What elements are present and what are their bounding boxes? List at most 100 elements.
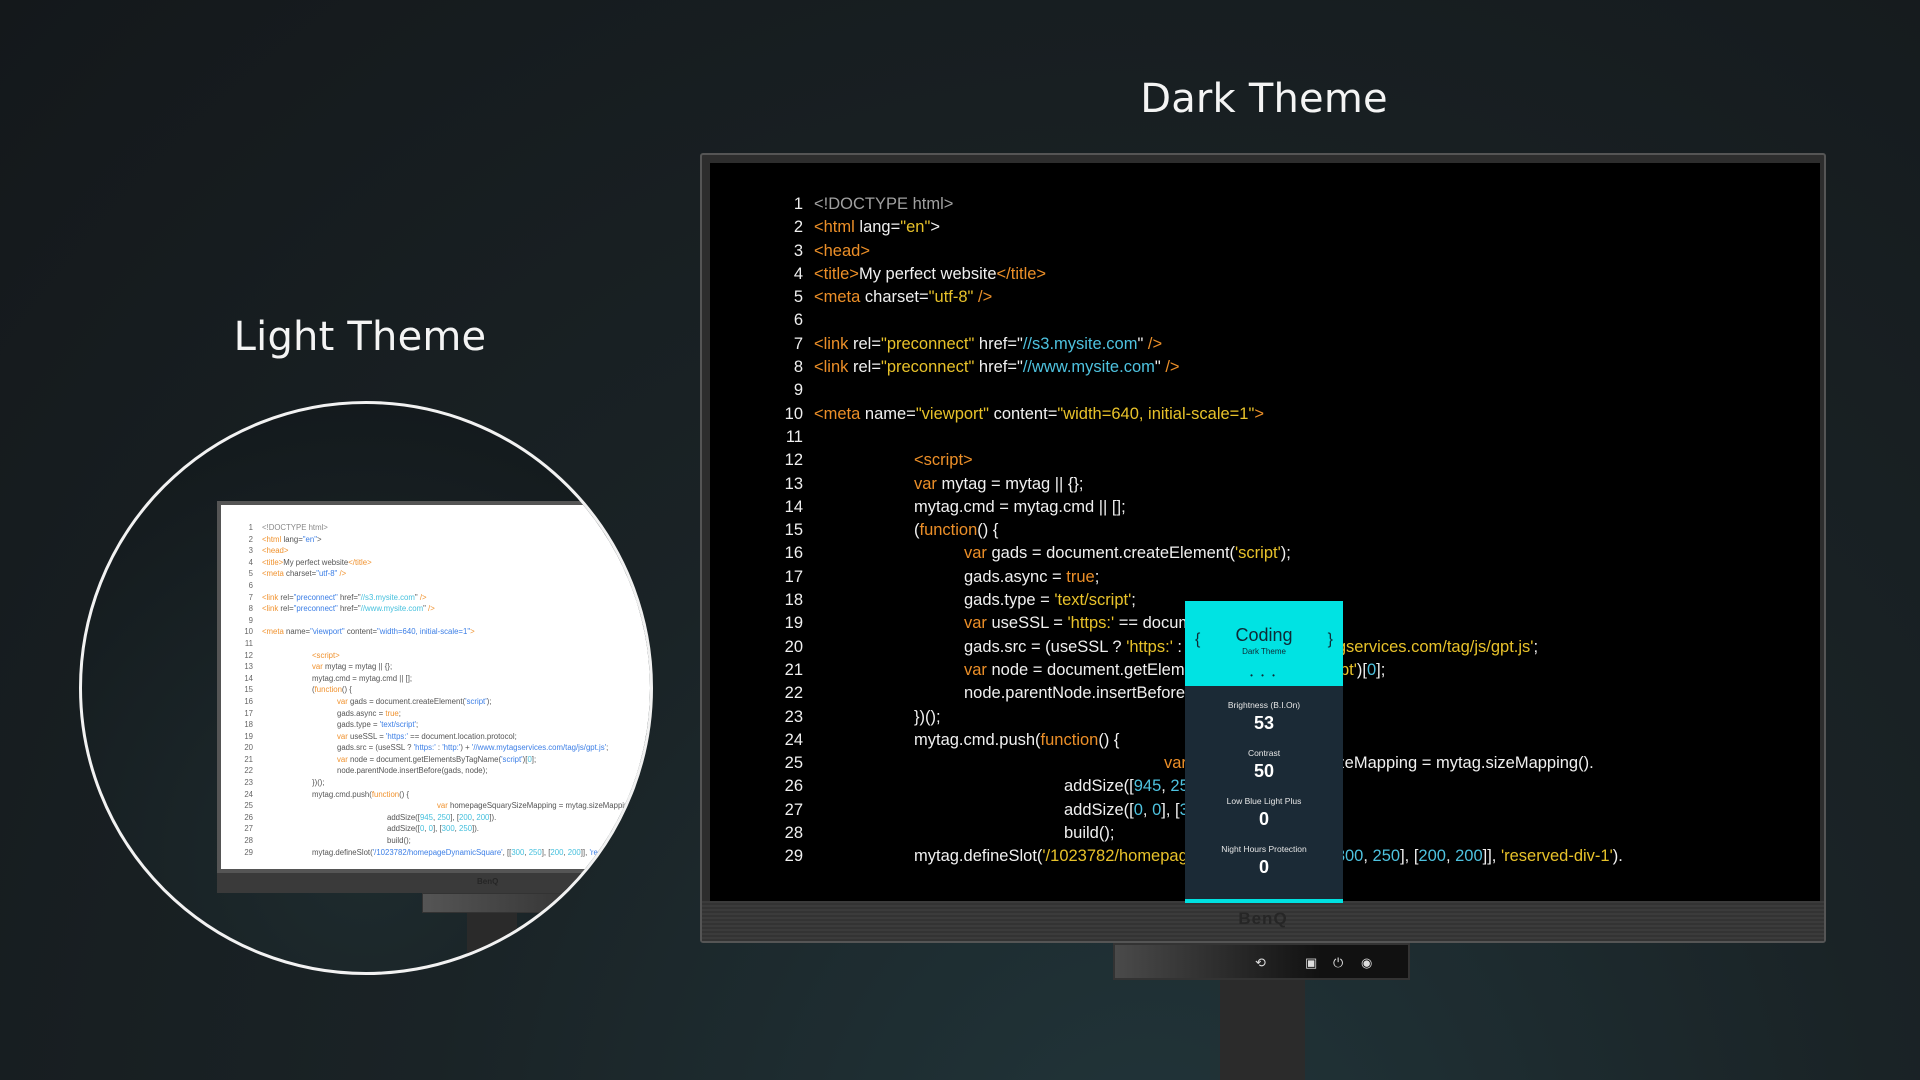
code-token: node.parentNode.insertBefore(gads, node)…: [262, 766, 488, 776]
display-icon[interactable]: ▣: [1305, 955, 1317, 971]
code-token: ;: [1533, 637, 1539, 656]
stand-control-panel-light: [422, 893, 650, 913]
osd-mode-header[interactable]: { Coding Dark Theme } • • •: [1185, 601, 1343, 686]
code-token: />: [417, 592, 427, 602]
line-number: 25: [784, 754, 803, 773]
link-icon[interactable]: ⟲: [1255, 955, 1266, 971]
line-text: (function() {: [814, 519, 998, 542]
code-token: My perfect website: [858, 264, 997, 283]
line-text: node.parentNode.insertBefore(gads, node)…: [262, 765, 487, 777]
line-number: 6: [793, 311, 803, 330]
code-token: href=": [974, 358, 1023, 377]
line-number: 9: [793, 381, 803, 400]
code-token: rel=: [278, 592, 294, 602]
power-icon[interactable]: ⏻: [1333, 955, 1343, 971]
code-token: })();: [814, 707, 941, 726]
code-line: 19 var useSSL = 'https:' == document.loc…: [740, 612, 1623, 635]
code-token: "preconnect": [880, 334, 975, 353]
line-number: 28: [244, 836, 253, 846]
code-line: 22 node.parentNode.insertBefore(gads, no…: [740, 682, 1623, 705]
osd-setting-label: Brightness (B.I.On): [1227, 700, 1301, 710]
line-number: 26: [244, 812, 253, 822]
code-token: mytag.defineSlot(: [262, 847, 373, 857]
eye-care-icon[interactable]: ◉: [1361, 955, 1372, 971]
code-token: );: [1280, 544, 1291, 563]
code-line: 21 var node = document.getElementsByTagN…: [233, 754, 647, 766]
code-token: function: [919, 521, 978, 540]
code-token: ]],: [1482, 847, 1501, 866]
line-number: 25: [244, 801, 253, 811]
benq-logo: BenQ: [477, 877, 499, 886]
line-text: <html lang="en">: [262, 534, 322, 546]
code-token: >: [470, 627, 475, 637]
code-line: 3 <head>: [233, 545, 647, 557]
code-token: "viewport": [310, 627, 345, 637]
code-line: 6: [233, 580, 647, 592]
code-line: 24 mytag.cmd.push(function() {: [740, 729, 1623, 752]
code-token: var: [437, 801, 448, 811]
osd-setting-low-blue-light-plus[interactable]: Low Blue Light Plus 0: [1185, 796, 1343, 830]
code-token: <!DOCTYPE html>: [262, 523, 328, 532]
code-line: 7 <link rel="preconnect" href="//s3.mysit…: [740, 333, 1623, 356]
line-number: 10: [244, 627, 253, 637]
code-token: "utf-8": [928, 288, 974, 307]
osd-setting-contrast[interactable]: Contrast 50: [1185, 748, 1343, 782]
code-token: <title>: [262, 557, 284, 567]
code-token: mytag = mytag || {};: [322, 662, 393, 672]
code-token: ;: [1131, 591, 1136, 610]
line-number: 17: [244, 708, 253, 718]
line-number: 20: [784, 637, 803, 656]
line-text: var node = document.getElementsByTagName…: [262, 754, 536, 766]
code-token: function: [371, 789, 400, 799]
line-text: <link rel="preconnect" href="//s3.mysite…: [262, 592, 427, 604]
code-token: ,: [1445, 847, 1456, 866]
code-line: 15 (function() {: [740, 519, 1623, 542]
code-token: gads.src = (useSSL ?: [814, 637, 1127, 656]
code-token: ];: [1376, 660, 1386, 679]
line-text: var gads = document.createElement('scrip…: [814, 542, 1291, 565]
line-number: 17: [784, 567, 803, 586]
code-token: 'reserved-div-1': [1500, 847, 1613, 866]
code-token: <link: [814, 358, 849, 377]
line-number: 13: [244, 662, 253, 672]
line-number: 11: [244, 638, 253, 648]
code-token: <link: [814, 334, 849, 353]
osd-setting-brightness-b-i-on[interactable]: Brightness (B.I.On) 53: [1185, 700, 1343, 734]
code-token: var: [964, 614, 987, 633]
code-token: "preconnect": [293, 604, 338, 614]
line-text: <!DOCTYPE html>: [814, 193, 953, 216]
code-token: useSSL =: [986, 614, 1068, 633]
line-text: <title>My perfect website</title>: [814, 263, 1046, 286]
dark-theme-heading: Dark Theme: [1140, 76, 1388, 122]
osd-setting-night-hours-protection[interactable]: Night Hours Protection 0: [1185, 844, 1343, 878]
code-token: >: [930, 218, 940, 237]
next-mode-icon[interactable]: }: [1328, 631, 1333, 649]
code-line: 27 addSize([0, 0], [300, 250]).: [233, 823, 647, 835]
code-token: })();: [262, 778, 325, 788]
line-text: <meta name="viewport" content="width=640…: [814, 403, 1264, 426]
code-token: "preconnect": [293, 592, 338, 602]
line-number: 28: [784, 824, 803, 843]
line-text: <link rel="preconnect" href="//www.mysit…: [262, 603, 435, 615]
code-token: 250: [1372, 847, 1401, 866]
osd-mode-subtitle: Dark Theme: [1242, 647, 1286, 656]
line-text: addSize([945, 250], [200, 200]).: [262, 812, 496, 824]
code-token: </title>: [348, 557, 372, 567]
line-text: <meta charset="utf-8" />: [814, 286, 992, 309]
line-text: var useSSL = 'https:' == document.locati…: [262, 731, 517, 743]
code-line: 17 gads.async = true;: [740, 566, 1623, 589]
code-token: ;: [606, 743, 609, 753]
code-line: 19 var useSSL = 'https:' == document.loc…: [233, 731, 647, 743]
line-text: var mytag = mytag || {};: [262, 661, 392, 673]
code-token: ).: [642, 847, 648, 857]
code-token: homepageSquarySizeMapping = mytag.sizeMa…: [447, 801, 641, 811]
code-token: "en": [302, 534, 317, 544]
line-text: build();: [262, 835, 411, 847]
code-token: var: [964, 660, 987, 679]
